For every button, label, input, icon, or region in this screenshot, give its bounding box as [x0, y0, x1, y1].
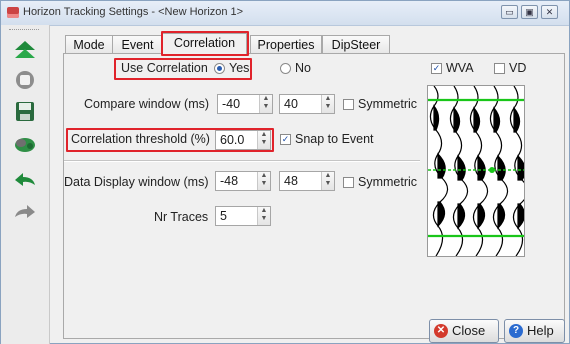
arrows-up-icon[interactable]	[11, 39, 39, 61]
compare-symmetric-label: Symmetric	[358, 97, 418, 111]
use-correlation-label: Use Correlation	[121, 61, 208, 75]
spin-arrows-icon[interactable]: ▲ ▼	[259, 95, 272, 113]
data-display-to-value: 48	[284, 174, 298, 188]
compare-symmetric-checkbox[interactable]	[343, 99, 354, 110]
nr-traces-value: 5	[220, 209, 227, 223]
data-display-from-value: -48	[220, 174, 239, 188]
maximize-button[interactable]: ▣	[521, 5, 538, 19]
title-bar[interactable]: Horizon Tracking Settings - <New Horizon…	[1, 1, 569, 26]
close-button-label: Close	[452, 323, 486, 338]
tab-mode[interactable]: Mode	[65, 35, 113, 54]
close-window-button[interactable]: ✕	[541, 5, 558, 19]
toolbar-grip	[9, 29, 39, 32]
data-display-from-spinbox[interactable]: -48 ▲ ▼	[215, 171, 271, 191]
minimize-button[interactable]: ▭	[501, 5, 518, 19]
highlight-correlation-tab	[161, 31, 249, 56]
use-correlation-yes-label[interactable]: Yes	[229, 61, 249, 75]
stop-icon[interactable]	[11, 69, 39, 91]
tab-mode-label: Mode	[73, 38, 105, 52]
data-display-to-spinbox[interactable]: 48 ▲ ▼	[279, 171, 335, 191]
data-display-window-label: Data Display window (ms)	[64, 175, 209, 189]
compare-window-from-value: -40	[222, 97, 241, 111]
seismic-traces-graphic	[428, 86, 524, 256]
compare-window-to-value: 40	[284, 97, 298, 111]
window-title: Horizon Tracking Settings - <New Horizon…	[23, 6, 244, 18]
vd-label: VD	[509, 61, 527, 75]
correlation-threshold-label: Correlation threshold (%)	[71, 132, 210, 146]
correlation-threshold-value: 60.0	[220, 133, 245, 147]
display-symmetric-label: Symmetric	[358, 175, 418, 189]
compare-window-label: Compare window (ms)	[84, 97, 210, 111]
snap-to-event-label: Snap to Event	[295, 132, 374, 146]
spin-arrows-icon[interactable]: ▲ ▼	[321, 95, 334, 113]
section-divider	[64, 160, 420, 162]
compare-window-to-spinbox[interactable]: 40 ▲ ▼	[279, 94, 335, 114]
save-icon[interactable]	[11, 101, 39, 123]
left-toolbar	[1, 25, 50, 344]
tab-dipsteer[interactable]: DipSteer	[322, 35, 390, 54]
spin-arrows-icon[interactable]: ▲ ▼	[257, 172, 270, 190]
tab-event-label: Event	[121, 38, 154, 52]
wva-checkbox[interactable]: ✓	[431, 63, 442, 74]
snap-to-event-checkbox[interactable]: ✓	[280, 134, 291, 145]
use-correlation-no-radio[interactable]	[280, 63, 291, 74]
nr-traces-spinbox[interactable]: 5 ▲ ▼	[215, 206, 271, 226]
spin-arrows-icon[interactable]: ▲ ▼	[321, 172, 334, 190]
close-circle-icon: ✕	[434, 324, 448, 338]
help-button[interactable]: ? Help	[504, 319, 565, 343]
app-icon	[7, 7, 19, 18]
wva-label: WVA	[446, 61, 474, 75]
spin-arrows-icon[interactable]: ▲ ▼	[257, 207, 270, 225]
close-button[interactable]: ✕ Close	[429, 319, 499, 343]
vd-checkbox[interactable]	[494, 63, 505, 74]
spin-arrows-icon[interactable]: ▲ ▼	[257, 131, 270, 149]
display-symmetric-checkbox[interactable]	[343, 177, 354, 188]
tab-properties-label: Properties	[257, 38, 315, 52]
retrack-icon[interactable]	[11, 133, 39, 155]
help-circle-icon: ?	[509, 324, 523, 338]
tab-properties[interactable]: Properties	[250, 35, 322, 54]
horizon-tracking-window: Horizon Tracking Settings - <New Horizon…	[0, 0, 570, 344]
correlation-threshold-spinbox[interactable]: 60.0 ▲ ▼	[215, 130, 271, 150]
compare-window-from-spinbox[interactable]: -40 ▲ ▼	[217, 94, 273, 114]
undo-icon[interactable]	[11, 169, 39, 191]
use-correlation-no-label[interactable]: No	[295, 61, 311, 75]
tab-dipsteer-label: DipSteer	[331, 38, 381, 52]
nr-traces-label: Nr Traces	[154, 210, 209, 224]
help-button-label: Help	[527, 323, 554, 338]
tab-event[interactable]: Event	[112, 35, 163, 54]
wiggle-trace-preview	[427, 85, 525, 257]
use-correlation-yes-radio[interactable]	[214, 63, 225, 74]
redo-icon[interactable]	[11, 201, 39, 223]
